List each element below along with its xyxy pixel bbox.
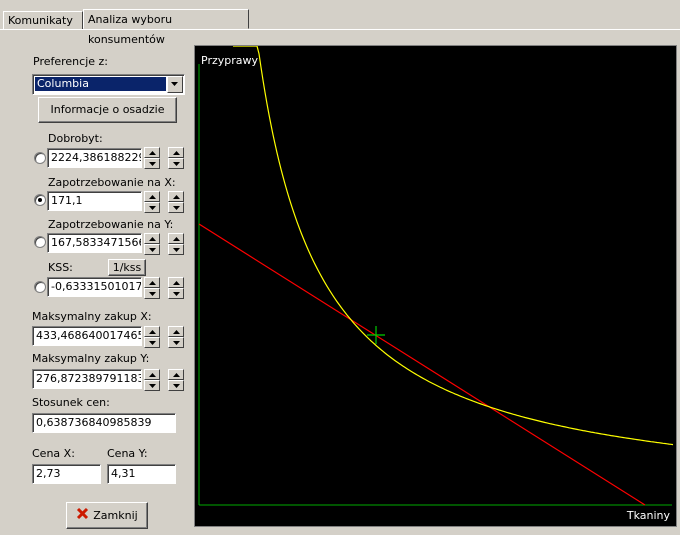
kss-field[interactable]: -0,63331501017 — [47, 277, 142, 297]
spin-up-icon[interactable] — [168, 147, 184, 158]
max-x-spinner-coarse[interactable] — [168, 326, 184, 348]
close-icon — [76, 504, 89, 529]
kss-spinner-fine[interactable] — [144, 277, 160, 299]
welfare-spinner-fine[interactable] — [144, 147, 160, 169]
welfare-label: Dobrobyt: — [48, 132, 103, 145]
max-y-spinner-coarse[interactable] — [168, 369, 184, 391]
price-y-field[interactable]: 4,31 — [107, 464, 176, 484]
welfare-radio[interactable] — [34, 152, 46, 164]
spin-up-icon[interactable] — [144, 277, 160, 288]
spin-up-icon[interactable] — [168, 191, 184, 202]
spin-up-icon[interactable] — [168, 277, 184, 288]
preferences-dropdown[interactable]: Columbia — [32, 74, 185, 95]
budget-line — [198, 223, 646, 506]
demand-y-field[interactable]: 167,5833471566 — [47, 233, 142, 253]
x-axis-label: Tkaniny — [626, 509, 671, 522]
price-ratio-field[interactable]: 0,638736840985839 — [32, 413, 176, 433]
plot-canvas: Przyprawy Tkaniny — [198, 46, 674, 522]
info-button[interactable]: Informacje o osadzie — [38, 97, 177, 123]
kss-radio[interactable] — [34, 281, 46, 293]
max-y-label: Maksymalny zakup Y: — [32, 352, 150, 365]
welfare-spinner-coarse[interactable] — [168, 147, 184, 169]
max-x-spinner-fine[interactable] — [144, 326, 160, 348]
y-axis-label: Przyprawy — [201, 54, 258, 67]
demand-x-spinner-coarse[interactable] — [168, 191, 184, 213]
spin-down-icon[interactable] — [168, 158, 184, 169]
spin-up-icon[interactable] — [144, 233, 160, 244]
kss-label: KSS: — [48, 261, 73, 274]
close-button[interactable]: Zamknij — [66, 502, 148, 529]
price-x-field[interactable]: 2,73 — [32, 464, 101, 484]
spin-down-icon[interactable] — [144, 158, 160, 169]
spin-down-icon[interactable] — [168, 380, 184, 391]
optimum-marker — [367, 326, 385, 344]
indifference-plot[interactable]: Przyprawy Tkaniny — [194, 45, 677, 527]
spin-up-icon[interactable] — [144, 191, 160, 202]
demand-x-radio[interactable] — [34, 194, 46, 206]
demand-y-spinner-coarse[interactable] — [168, 233, 184, 255]
demand-x-spinner-fine[interactable] — [144, 191, 160, 213]
demand-y-radio[interactable] — [34, 236, 46, 248]
spin-up-icon[interactable] — [144, 147, 160, 158]
chevron-down-icon[interactable] — [167, 76, 183, 93]
max-y-field[interactable]: 276,872389791183 — [32, 369, 142, 389]
demand-x-label: Zapotrzebowanie na X: — [48, 176, 176, 189]
spin-up-icon[interactable] — [168, 233, 184, 244]
welfare-field[interactable]: 2224,386188229 — [47, 148, 142, 168]
spin-down-icon[interactable] — [168, 288, 184, 299]
tab-bar: Komunikaty Analiza wyboru konsumentów — [0, 0, 680, 46]
spin-up-icon[interactable] — [168, 326, 184, 337]
preferences-label: Preferencje z: — [33, 55, 108, 68]
spin-down-icon[interactable] — [168, 202, 184, 213]
kss-spinner-coarse[interactable] — [168, 277, 184, 299]
close-button-label: Zamknij — [93, 509, 138, 522]
kss-reciprocal-button[interactable]: 1/kss — [108, 259, 146, 276]
spin-down-icon[interactable] — [168, 244, 184, 255]
spin-down-icon[interactable] — [144, 337, 160, 348]
demand-y-spinner-fine[interactable] — [144, 233, 160, 255]
demand-x-field[interactable]: 171,1 — [47, 191, 142, 211]
spin-up-icon[interactable] — [144, 326, 160, 337]
price-y-label: Cena Y: — [107, 447, 148, 460]
max-x-label: Maksymalny zakup X: — [32, 310, 152, 323]
preferences-selected: Columbia — [35, 77, 166, 91]
spin-down-icon[interactable] — [144, 380, 160, 391]
max-y-spinner-fine[interactable] — [144, 369, 160, 391]
spin-down-icon[interactable] — [144, 288, 160, 299]
price-ratio-label: Stosunek cen: — [32, 396, 110, 409]
spin-up-icon[interactable] — [168, 369, 184, 380]
demand-y-label: Zapotrzebowanie na Y: — [48, 218, 174, 231]
max-x-field[interactable]: 433,468640017465 — [32, 326, 142, 346]
spin-up-icon[interactable] — [144, 369, 160, 380]
price-x-label: Cena X: — [32, 447, 75, 460]
tab-komunikaty[interactable]: Komunikaty — [3, 11, 83, 29]
spin-down-icon[interactable] — [144, 202, 160, 213]
tab-analiza-wyboru[interactable]: Analiza wyboru konsumentów — [83, 9, 249, 46]
spin-down-icon[interactable] — [168, 337, 184, 348]
spin-down-icon[interactable] — [144, 244, 160, 255]
indifference-curve — [233, 46, 674, 446]
